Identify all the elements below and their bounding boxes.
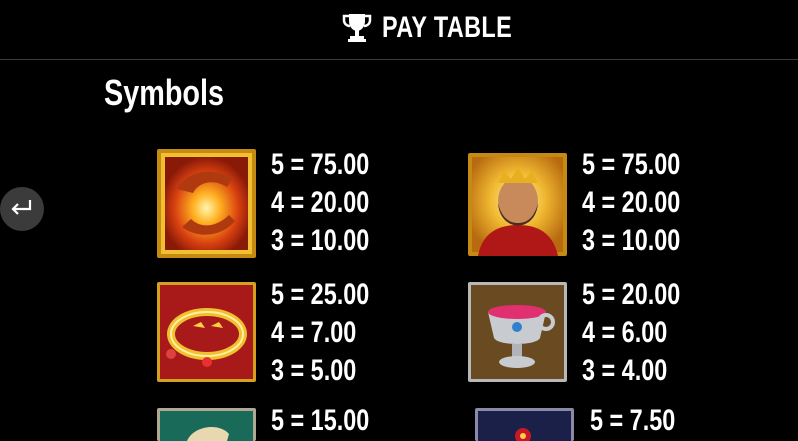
return-arrow-icon bbox=[11, 200, 32, 215]
pay-line: 4 = 20.00 bbox=[582, 186, 681, 219]
pay-line: 5 = 20.00 bbox=[582, 278, 681, 311]
pay-line: 3 = 10.00 bbox=[582, 224, 681, 257]
pay-line: 5 = 75.00 bbox=[582, 148, 681, 181]
pay-line: 3 = 10.00 bbox=[271, 224, 370, 257]
symbol-hands-orb bbox=[157, 149, 256, 258]
pay-line: 4 = 7.00 bbox=[271, 316, 357, 349]
pay-line: 5 = 15.00 bbox=[271, 404, 370, 437]
trophy-icon bbox=[342, 14, 372, 42]
symbol-gem bbox=[475, 408, 574, 441]
symbol-ring bbox=[157, 282, 256, 382]
symbol-scroll bbox=[157, 408, 256, 441]
header-bar: PAY TABLE bbox=[0, 0, 798, 60]
symbol-chalice bbox=[468, 282, 567, 382]
page-title: PAY TABLE bbox=[382, 11, 513, 44]
paylist-chalice: 5 = 20.00 4 = 6.00 3 = 4.00 bbox=[582, 276, 712, 390]
pay-line: 5 = 7.50 bbox=[590, 404, 676, 437]
pay-line: 5 = 25.00 bbox=[271, 278, 370, 311]
pay-line: 4 = 20.00 bbox=[271, 186, 370, 219]
pay-line: 4 = 6.00 bbox=[582, 316, 668, 349]
back-button[interactable] bbox=[0, 187, 44, 231]
paylist-ring: 5 = 25.00 4 = 7.00 3 = 5.00 bbox=[271, 276, 401, 390]
paylist-scroll: 5 = 15.00 bbox=[271, 402, 401, 440]
pay-line: 3 = 4.00 bbox=[582, 354, 668, 387]
paylist-gem: 5 = 7.50 bbox=[590, 402, 720, 440]
title-group: PAY TABLE bbox=[342, 10, 549, 46]
paylist-hands-orb: 5 = 75.00 4 = 20.00 3 = 10.00 bbox=[271, 146, 401, 260]
pay-line: 3 = 5.00 bbox=[271, 354, 357, 387]
pay-line: 5 = 75.00 bbox=[271, 148, 370, 181]
paylist-king: 5 = 75.00 4 = 20.00 3 = 10.00 bbox=[582, 146, 712, 260]
section-title: Symbols bbox=[104, 72, 225, 113]
symbol-king bbox=[468, 153, 567, 256]
